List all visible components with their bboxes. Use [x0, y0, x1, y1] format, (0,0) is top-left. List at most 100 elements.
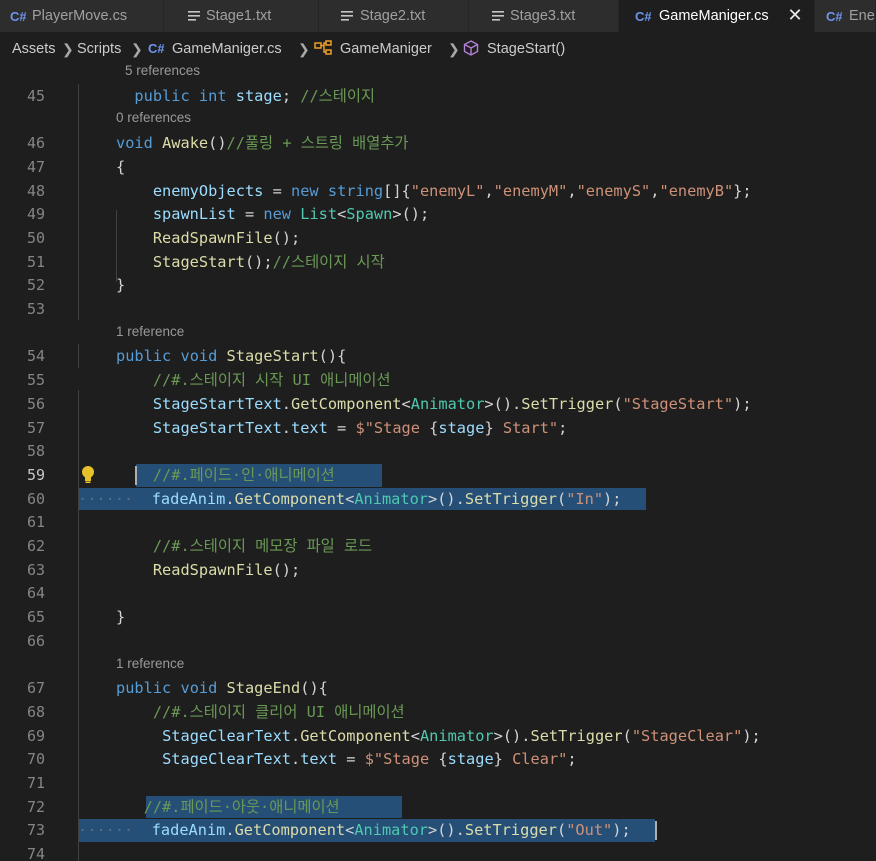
- code-token: ;: [567, 750, 577, 769]
- code-token: (: [556, 489, 567, 508]
- code-line: 74: [0, 842, 876, 861]
- tab-enemy[interactable]: C# Ene: [815, 0, 876, 32]
- code-text[interactable]: public void StageStart(){: [116, 344, 346, 368]
- line-number: 64: [26, 584, 45, 603]
- code-text[interactable]: void Awake()//풀링 + 스트링 배열추가: [116, 131, 408, 155]
- code-token: GetComponent: [300, 726, 411, 745]
- code-token: "enemyS": [576, 181, 651, 200]
- line-number: 66: [26, 631, 45, 650]
- code-token: SetTrigger: [464, 489, 557, 508]
- line-number: 62: [26, 537, 45, 555]
- code-text[interactable]: StageStart();//스테이지 시작: [116, 250, 385, 274]
- code-text[interactable]: //#.페이드·아웃·애니메이션: [116, 795, 340, 819]
- code-token: new: [263, 205, 292, 224]
- code-token: SetTrigger: [521, 394, 614, 413]
- code-token: StageStartText: [152, 394, 282, 413]
- code-text[interactable]: ······ fadeAnim.GetComponent<Animator>()…: [78, 818, 631, 842]
- code-token: $"Stage: [364, 750, 439, 769]
- tab-gamemaniger[interactable]: C# GameManiger.cs ✕: [619, 0, 815, 32]
- breadcrumb-item-method[interactable]: StageStart(): [487, 40, 565, 58]
- code-line: 73 ······ fadeAnim.GetComponent<Animator>…: [0, 818, 876, 842]
- breadcrumb-item-class[interactable]: GameManiger: [340, 40, 432, 58]
- code-token: void: [116, 134, 153, 153]
- code-token: }: [116, 276, 126, 295]
- lightbulb-icon[interactable]: [79, 463, 97, 487]
- code-line: 60 ······ fadeAnim.GetComponent<Animator>…: [0, 487, 876, 511]
- code-token: =: [337, 750, 365, 769]
- line-number: 65: [26, 608, 45, 627]
- line-number: 51: [26, 252, 45, 271]
- code-token: Animator: [354, 489, 429, 508]
- code-token: new: [291, 181, 319, 200]
- code-text[interactable]: }: [116, 605, 125, 629]
- line-number: 73: [26, 821, 45, 840]
- tab-label: Stage1.txt: [206, 8, 272, 24]
- line-number: 48: [26, 181, 45, 200]
- code-text[interactable]: ReadSpawnFile();: [116, 558, 300, 582]
- code-token: List: [300, 205, 338, 224]
- code-token: []{: [383, 181, 411, 200]
- code-token: );: [603, 489, 622, 508]
- code-text[interactable]: StageStartText.text = $"Stage {stage} St…: [116, 416, 568, 440]
- codelens-link[interactable]: 5 references: [125, 60, 200, 84]
- code-text[interactable]: StageClearText.text = $"Stage {stage} Cl…: [116, 747, 577, 771]
- code-token: >().: [484, 394, 522, 413]
- code-token: (){: [300, 679, 328, 698]
- code-text[interactable]: public int stage; //스테이지: [116, 84, 375, 108]
- tab-stage3[interactable]: Stage3.txt: [469, 0, 619, 32]
- line-number: 46: [26, 134, 45, 153]
- code-text[interactable]: public void StageEnd(){: [116, 676, 328, 700]
- code-line: 52}: [0, 273, 876, 297]
- code-text[interactable]: }: [116, 273, 125, 297]
- code-token: ;: [558, 418, 568, 437]
- code-text[interactable]: //#.페이드·인·애니메이션: [116, 463, 335, 487]
- code-line: 56 StageStartText.GetComponent<Animator>…: [0, 392, 876, 416]
- code-token: stage: [235, 86, 282, 105]
- code-token: (: [622, 726, 632, 745]
- breadcrumb-item-assets[interactable]: Assets: [12, 40, 56, 58]
- code-text[interactable]: {: [116, 155, 125, 179]
- code-line: 66: [0, 629, 876, 653]
- code-token: <: [410, 726, 420, 745]
- line-number: 47: [26, 157, 45, 176]
- code-token: {: [429, 418, 439, 437]
- code-text[interactable]: ······ fadeAnim.GetComponent<Animator>()…: [78, 487, 621, 511]
- codelens-link[interactable]: 1 reference: [116, 653, 184, 677]
- code-token: int: [198, 86, 227, 105]
- code-token: StageStartText: [152, 418, 282, 437]
- tab-playermove[interactable]: C# PlayerMove.cs: [0, 0, 164, 32]
- code-line: 61: [0, 510, 876, 534]
- code-text[interactable]: //#.스테이지 메모장 파일 로드: [116, 534, 372, 558]
- code-text[interactable]: enemyObjects = new string[]{"enemyL","en…: [116, 179, 752, 203]
- code-text[interactable]: //#.스테이지 클리어 UI 애니메이션: [116, 700, 405, 724]
- close-icon[interactable]: ✕: [787, 6, 803, 24]
- code-text[interactable]: //#.스테이지 시작 UI 애니메이션: [116, 368, 391, 392]
- breadcrumb-item-scripts[interactable]: Scripts: [77, 40, 121, 58]
- code-editor[interactable]: 5 references 45 public int stage; //스테이지 0…: [0, 60, 876, 861]
- code-text[interactable]: StageClearText.GetComponent<Animator>().…: [116, 724, 761, 748]
- code-token: SetTrigger: [530, 726, 623, 745]
- code-token: void: [180, 679, 218, 698]
- code-text[interactable]: spawnList = new List<Spawn>();: [116, 202, 429, 226]
- code-token: >().: [493, 726, 531, 745]
- code-text[interactable]: ReadSpawnFile();: [116, 226, 300, 250]
- indent-guide: [78, 84, 79, 320]
- method-icon: [463, 40, 479, 59]
- breadcrumb-item-file[interactable]: GameManiger.cs: [172, 40, 282, 58]
- tab-stage1[interactable]: Stage1.txt: [164, 0, 319, 32]
- csharp-icon: C#: [148, 40, 165, 59]
- csharp-icon: C#: [635, 8, 651, 24]
- code-text[interactable]: StageStartText.GetComponent<Animator>().…: [116, 392, 752, 416]
- code-token: "In": [566, 489, 604, 508]
- text-cursor: [135, 465, 137, 485]
- code-token: //#.페이드·인·애니메이션: [152, 465, 335, 484]
- codelens-link[interactable]: 1 reference: [116, 321, 184, 345]
- codelens-link[interactable]: 0 references: [116, 107, 191, 131]
- code-line: 45 public int stage; //스테이지: [0, 84, 876, 108]
- tab-stage2[interactable]: Stage2.txt: [319, 0, 469, 32]
- tab-label: Stage2.txt: [360, 8, 426, 24]
